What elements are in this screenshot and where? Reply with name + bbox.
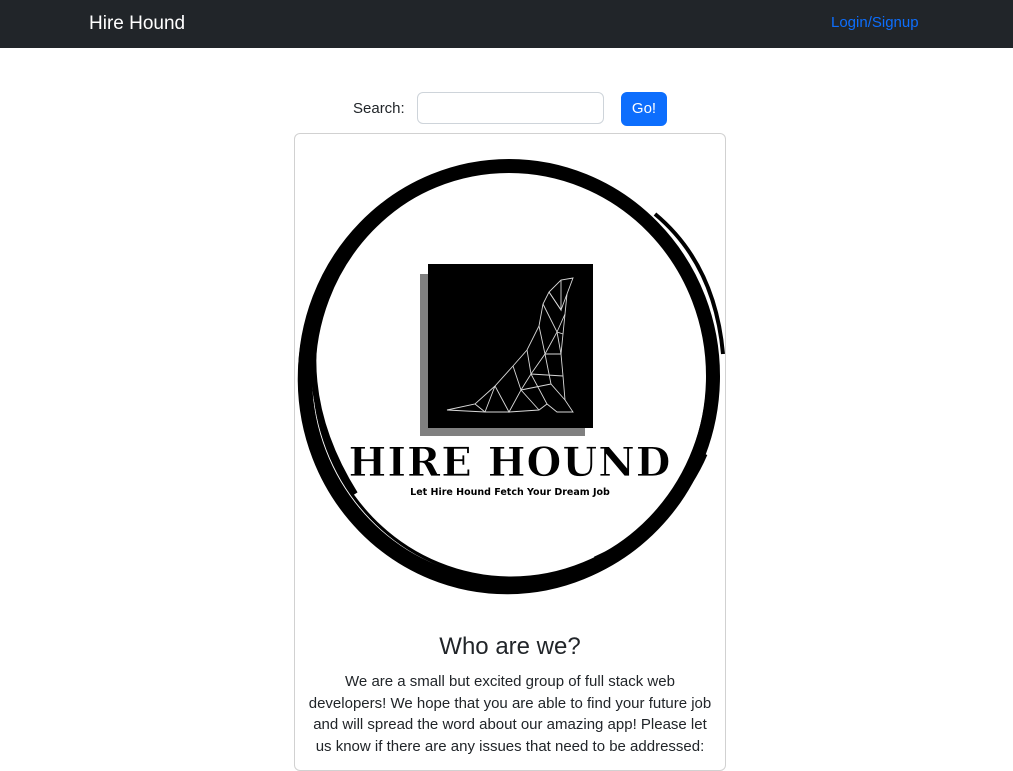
about-card: HIRE HOUND Let Hire Hound Fetch Your Dre… [294, 133, 726, 771]
howling-dog-icon [420, 264, 593, 436]
logo-tagline: Let Hire Hound Fetch Your Dream Job [410, 487, 610, 498]
card-title: Who are we? [439, 633, 581, 660]
brand-link[interactable]: Hire Hound [89, 12, 185, 36]
top-navbar: Hire Hound Login/Signup [0, 0, 1013, 48]
search-input[interactable] [417, 92, 604, 124]
hire-hound-logo: HIRE HOUND Let Hire Hound Fetch Your Dre… [297, 159, 725, 595]
search-label: Search: [353, 100, 405, 117]
go-button[interactable]: Go! [621, 92, 667, 126]
logo-wordmark: HIRE HOUND [349, 439, 672, 486]
card-description: We are a small but excited group of full… [308, 673, 712, 755]
login-signup-link[interactable]: Login/Signup [831, 14, 919, 32]
search-form: Search: Go! [0, 92, 1013, 126]
